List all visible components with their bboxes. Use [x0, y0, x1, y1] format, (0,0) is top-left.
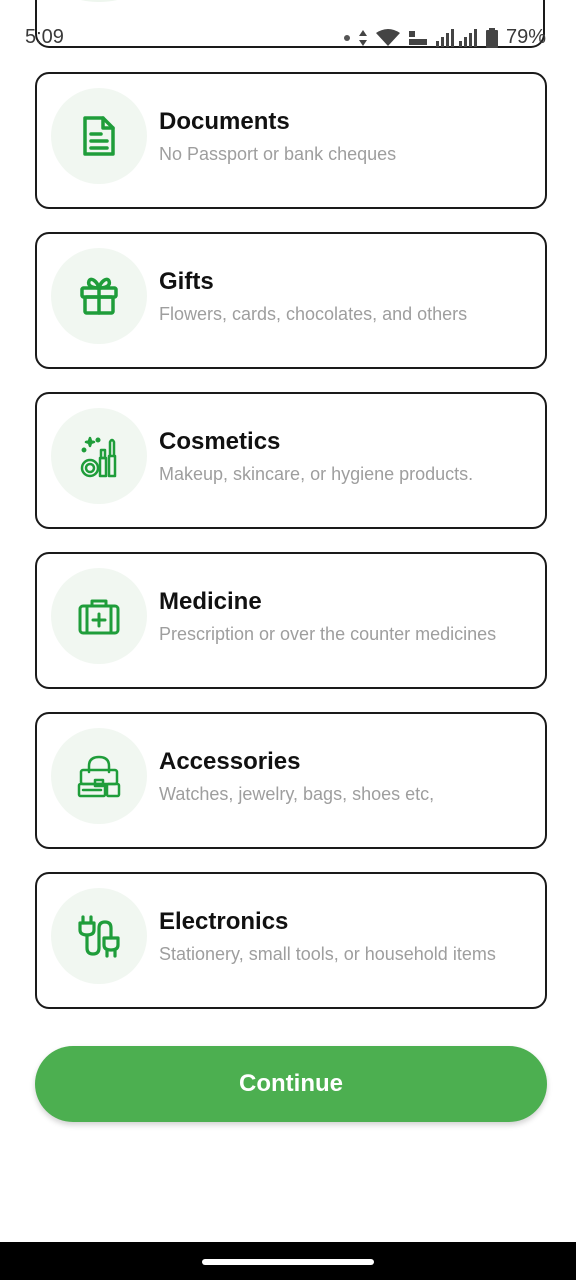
continue-button[interactable]: Continue [35, 1046, 547, 1122]
icon-circle [51, 88, 147, 184]
signal-icon [435, 28, 477, 47]
document-icon [83, 116, 115, 156]
card-title: Cosmetics [159, 428, 281, 455]
card-title: Accessories [159, 748, 301, 775]
card-subtitle: Makeup, skincare, or hygiene products. [159, 464, 474, 484]
data-transfer-icon [358, 29, 367, 46]
icon-circle [51, 0, 147, 2]
battery-icon [485, 27, 498, 48]
category-card-electronics[interactable]: Electronics Stationery, small tools, or … [35, 872, 547, 1009]
icon-circle [51, 888, 147, 984]
battery-percentage: 79% [505, 26, 546, 48]
card-subtitle: Stationery, small tools, or household it… [159, 944, 496, 964]
icon-circle [51, 248, 147, 344]
card-title: Electronics [159, 908, 289, 935]
category-card-gifts[interactable]: Gifts Flowers, cards, chocolates, and ot… [35, 232, 547, 369]
category-card-cosmetics[interactable]: Cosmetics Makeup, skincare, or hygiene p… [35, 392, 547, 529]
card-subtitle: Prescription or over the counter medicin… [159, 624, 497, 644]
icon-circle [51, 568, 147, 664]
gift-icon [80, 277, 118, 315]
status-time: 5:09 [25, 26, 64, 48]
cosmetics-icon [80, 436, 117, 478]
volte-icon [408, 30, 427, 45]
card-title: Gifts [159, 268, 214, 295]
status-icons: 79% [343, 26, 546, 49]
icon-circle [51, 728, 147, 824]
home-indicator[interactable] [202, 1259, 374, 1265]
navigation-bar [0, 1242, 576, 1280]
card-title: Documents [159, 108, 290, 135]
category-card-documents[interactable]: Documents No Passport or bank cheques [35, 72, 547, 209]
status-bar: 5:09 79% [0, 26, 576, 54]
card-subtitle: Watches, jewelry, bags, shoes etc, [159, 784, 435, 804]
category-card-accessories[interactable]: Accessories Watches, jewelry, bags, shoe… [35, 712, 547, 849]
wifi-icon [375, 28, 400, 46]
icon-circle [51, 408, 147, 504]
category-card-medicine[interactable]: Medicine Prescription or over the counte… [35, 552, 547, 689]
plug-icon [78, 915, 120, 958]
card-title: Medicine [159, 588, 262, 615]
card-subtitle: Flowers, cards, chocolates, and others [159, 304, 468, 324]
card-subtitle: No Passport or bank cheques [159, 144, 397, 164]
notification-dot-icon [343, 34, 350, 41]
medical-kit-icon [78, 599, 120, 635]
shopping-bag-icon [77, 755, 121, 798]
